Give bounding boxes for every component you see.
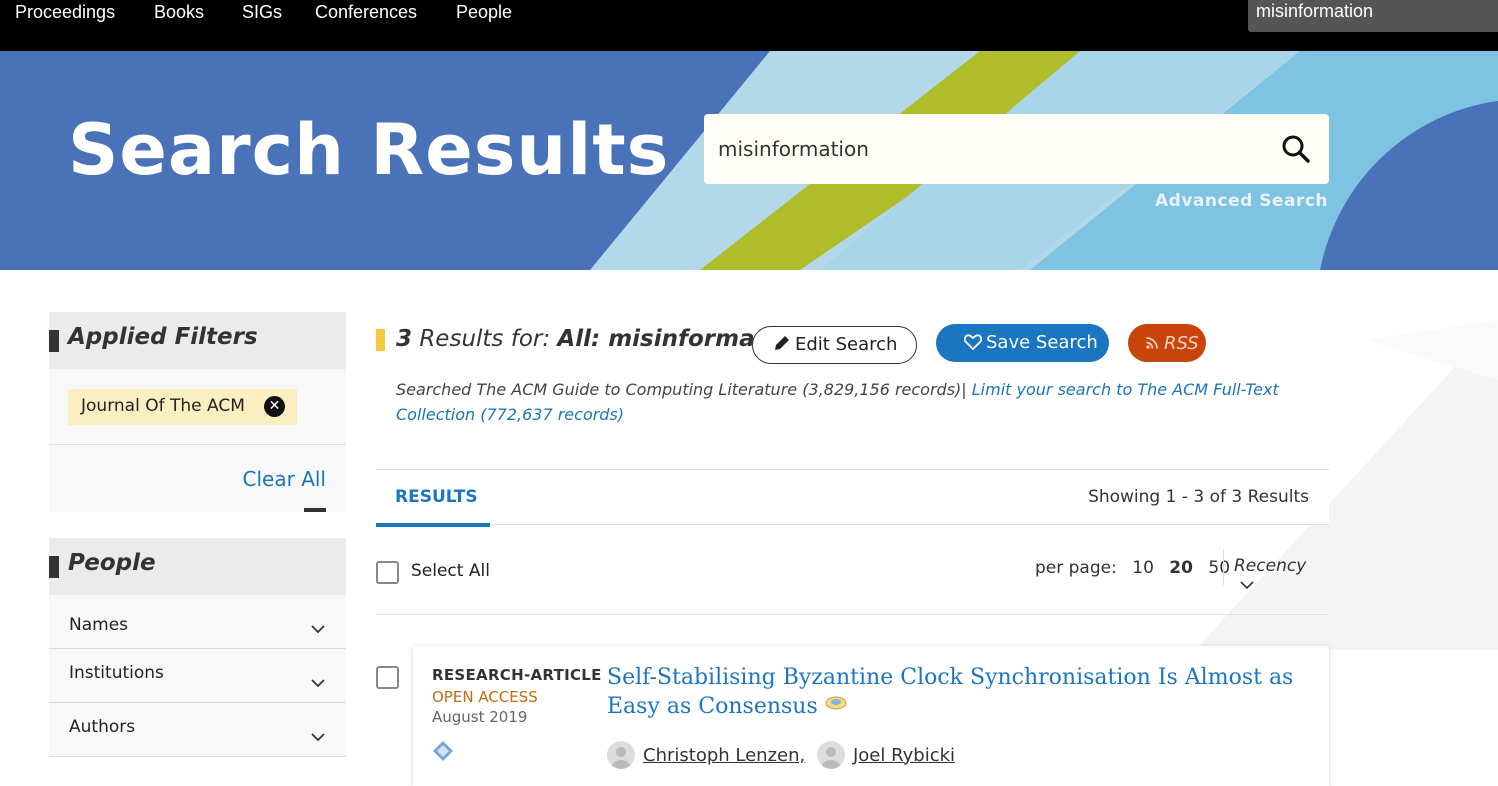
result-title-link[interactable]: Self-Stabilising Byzantine Clock Synchro… bbox=[607, 663, 1307, 721]
avatar bbox=[816, 741, 845, 769]
per-page-option-10[interactable]: 10 bbox=[1132, 558, 1154, 578]
edit-search-label: Edit Search bbox=[795, 334, 898, 355]
article-type: RESEARCH-ARTICLE bbox=[432, 666, 602, 684]
facet-label: Names bbox=[69, 615, 129, 635]
avatar bbox=[607, 741, 635, 769]
header-accent-bar bbox=[49, 556, 59, 578]
nav-people[interactable]: People bbox=[456, 2, 512, 23]
filter-chip-journal: Journal Of The ACM ✕ bbox=[68, 389, 297, 425]
remove-filter-icon[interactable]: ✕ bbox=[264, 396, 285, 417]
searched-text: Searched The ACM Guide to Computing Lite… bbox=[396, 380, 967, 399]
results-toolbar: Select All per page: 10 20 50 Recency bbox=[376, 545, 1329, 615]
results-for-label: Results for: bbox=[419, 326, 551, 352]
applied-filters-title: Applied Filters bbox=[68, 324, 258, 350]
main-search-input[interactable] bbox=[718, 132, 1258, 166]
divider bbox=[49, 444, 346, 445]
save-search-label: Save Search bbox=[986, 332, 1098, 353]
publication-date: August 2019 bbox=[432, 708, 528, 726]
search-results-banner: Search Results Advanced Search bbox=[0, 51, 1498, 270]
sort-label: Recency bbox=[1234, 556, 1307, 576]
header-accent-bar bbox=[49, 330, 59, 352]
result-title: Self-Stabilising Byzantine Clock Synchro… bbox=[607, 665, 1294, 719]
results-count: 3 bbox=[396, 326, 413, 352]
search-icon[interactable] bbox=[1281, 134, 1311, 164]
author-name: Joel Rybicki bbox=[852, 744, 956, 766]
save-search-button[interactable]: Save Search bbox=[936, 324, 1109, 362]
chevron-down-icon bbox=[311, 625, 325, 634]
chevron-down-icon bbox=[311, 733, 325, 742]
per-page-option-20[interactable]: 20 bbox=[1169, 558, 1193, 578]
author-list: Christoph Lenzen, Joel Rybicki bbox=[607, 741, 961, 774]
select-all-checkbox[interactable] bbox=[376, 561, 399, 584]
toolbar-separator bbox=[1223, 549, 1224, 585]
applied-filters-header: Applied Filters bbox=[49, 312, 346, 369]
facet-label: Institutions bbox=[69, 663, 164, 683]
advanced-search-link[interactable]: Advanced Search bbox=[1155, 191, 1328, 211]
nav-sigs[interactable]: SIGs bbox=[242, 2, 282, 23]
author-name: Christoph Lenzen, bbox=[643, 744, 806, 766]
results-heading-text: 3 Results for: All: misinformation bbox=[396, 326, 806, 352]
per-page-label: per page: bbox=[1035, 558, 1117, 578]
per-page-selector: per page: 10 20 50 bbox=[1035, 558, 1230, 578]
open-access-badge: OPEN ACCESS bbox=[432, 688, 538, 706]
nav-proceedings[interactable]: Proceedings bbox=[15, 2, 115, 23]
results-tab-bar: RESULTS Showing 1 - 3 of 3 Results bbox=[376, 469, 1329, 527]
author-link[interactable]: Joel Rybicki bbox=[816, 741, 956, 769]
facet-label: Authors bbox=[69, 717, 136, 737]
facet-authors[interactable]: Authors bbox=[49, 703, 346, 757]
clear-all-link[interactable]: Clear All bbox=[243, 467, 326, 491]
page-title: Search Results bbox=[68, 109, 670, 191]
select-all-label: Select All bbox=[411, 561, 490, 581]
nav-books[interactable]: Books bbox=[154, 2, 204, 23]
heart-icon bbox=[963, 334, 983, 351]
searched-collection-info: Searched The ACM Guide to Computing Lite… bbox=[396, 377, 1296, 427]
applied-filters-panel: Applied Filters Journal Of The ACM ✕ Cle… bbox=[49, 312, 346, 512]
people-header: People bbox=[49, 538, 346, 595]
result-meta: RESEARCH-ARTICLE OPEN ACCESS August 2019 bbox=[432, 666, 602, 766]
panel-tab-marker bbox=[304, 508, 326, 512]
artifact-badge-icon bbox=[825, 696, 847, 710]
edit-search-button[interactable]: Edit Search bbox=[752, 326, 917, 364]
per-page-option-50[interactable]: 50 bbox=[1208, 558, 1230, 578]
sort-dropdown[interactable]: Recency bbox=[1234, 556, 1329, 596]
chevron-down-icon bbox=[1240, 581, 1254, 590]
rss-button[interactable]: RSS bbox=[1128, 324, 1206, 362]
result-card: RESEARCH-ARTICLE OPEN ACCESS August 2019… bbox=[413, 646, 1329, 786]
author-link[interactable]: Christoph Lenzen, bbox=[607, 741, 805, 769]
pencil-icon bbox=[775, 336, 789, 350]
people-title: People bbox=[68, 550, 156, 576]
rss-label: RSS bbox=[1164, 333, 1199, 354]
main-search-box bbox=[704, 114, 1329, 184]
filter-chip-label: Journal Of The ACM bbox=[81, 396, 245, 416]
result-select-checkbox[interactable] bbox=[376, 666, 399, 689]
facet-institutions[interactable]: Institutions bbox=[49, 649, 346, 703]
chevron-down-icon bbox=[311, 679, 325, 688]
applied-filters-body: Journal Of The ACM ✕ Clear All bbox=[49, 369, 346, 512]
top-quick-search-input[interactable]: misinformation bbox=[1248, 0, 1498, 32]
people-panel: People Names Institutions Authors bbox=[49, 538, 346, 757]
top-navigation-bar: Proceedings Books SIGs Conferences Peopl… bbox=[0, 0, 1498, 51]
badge-icon bbox=[433, 741, 453, 761]
tab-results[interactable]: RESULTS bbox=[376, 470, 490, 527]
facet-names[interactable]: Names bbox=[49, 595, 346, 649]
heading-accent-bar bbox=[376, 329, 385, 351]
nav-conferences[interactable]: Conferences bbox=[315, 2, 417, 23]
rss-icon bbox=[1146, 337, 1158, 349]
showing-count: Showing 1 - 3 of 3 Results bbox=[1088, 487, 1309, 507]
